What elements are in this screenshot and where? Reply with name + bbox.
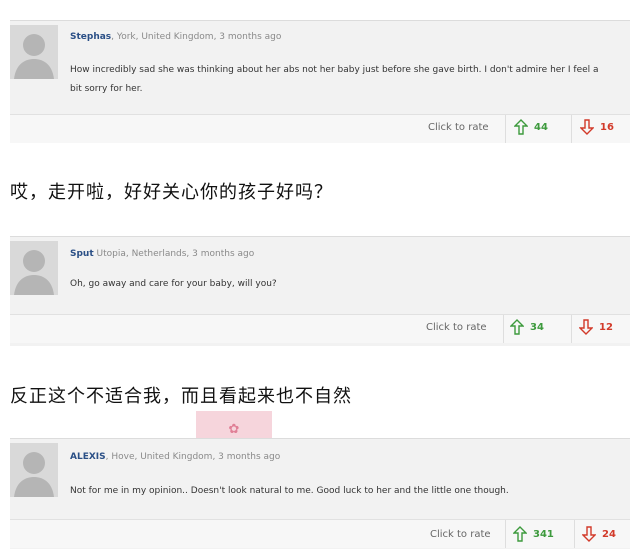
comment-text: Not for me in my opinion.. Doesn't look … <box>70 486 509 496</box>
thumbs-down-icon <box>579 319 593 335</box>
person-silhouette-icon <box>10 25 58 79</box>
avatar <box>10 443 58 497</box>
upvote-button[interactable]: 34 <box>510 319 544 335</box>
upvote-button[interactable]: 341 <box>513 526 554 542</box>
comment-card: Sput Utopia, Netherlands, 3 months ago O… <box>10 236 630 346</box>
thumbs-down-icon <box>580 119 594 135</box>
downvote-button[interactable]: 12 <box>579 319 613 335</box>
commenter-name[interactable]: Stephas <box>70 32 111 42</box>
thumbs-down-icon <box>582 526 596 542</box>
comment-location-time: Utopia, Netherlands, 3 months ago <box>93 249 255 259</box>
thumbs-up-icon <box>514 119 528 135</box>
thumbs-up-icon <box>510 319 524 335</box>
upvote-count: 34 <box>530 321 544 333</box>
translation-text: 哎，走开啦，好好关心你的孩子好吗？ <box>10 182 333 203</box>
upvote-count: 341 <box>533 528 554 540</box>
comment-text: How incredibly sad she was thinking abou… <box>70 65 599 94</box>
downvote-count: 12 <box>599 321 613 333</box>
divider <box>571 115 572 143</box>
downvote-count: 24 <box>602 528 616 540</box>
click-to-rate-label: Click to rate <box>430 529 491 540</box>
divider <box>505 115 506 143</box>
comment-card: ALEXIS, Hove, United Kingdom, 3 months a… <box>10 438 630 549</box>
comment-meta: Sput Utopia, Netherlands, 3 months ago <box>70 249 254 259</box>
upvote-button[interactable]: 44 <box>514 119 548 135</box>
person-silhouette-icon <box>10 443 58 497</box>
comment-meta: Stephas, York, United Kingdom, 3 months … <box>70 32 281 42</box>
downvote-count: 16 <box>600 121 614 133</box>
upvote-count: 44 <box>534 121 548 133</box>
rating-bar: Click to rate 34 12 <box>10 314 630 343</box>
comment-location-time: , York, United Kingdom, 3 months ago <box>111 32 282 42</box>
thumbs-up-icon <box>513 526 527 542</box>
comment-location-time: , Hove, United Kingdom, 3 months ago <box>105 452 281 462</box>
commenter-name[interactable]: ALEXIS <box>70 452 106 462</box>
divider <box>503 315 504 343</box>
commenter-name[interactable]: Sput <box>70 249 94 259</box>
click-to-rate-label: Click to rate <box>428 122 489 133</box>
rating-bar: Click to rate 341 24 <box>10 519 630 548</box>
downvote-button[interactable]: 24 <box>582 526 616 542</box>
person-silhouette-icon <box>10 241 58 295</box>
divider <box>505 520 506 548</box>
divider <box>574 520 575 548</box>
comment-meta: ALEXIS, Hove, United Kingdom, 3 months a… <box>70 452 280 462</box>
comment-card: Stephas, York, United Kingdom, 3 months … <box>10 20 630 143</box>
click-to-rate-label: Click to rate <box>426 322 487 333</box>
avatar <box>10 241 58 295</box>
rating-bar: Click to rate 44 16 <box>10 114 630 143</box>
watermark-figure-icon: ✿ <box>228 421 240 437</box>
downvote-button[interactable]: 16 <box>580 119 614 135</box>
avatar <box>10 25 58 79</box>
comment-text: Oh, go away and care for your baby, will… <box>70 279 277 289</box>
divider <box>571 315 572 343</box>
translation-text: 反正这个不适合我，而且看起来也不自然 <box>10 386 352 407</box>
